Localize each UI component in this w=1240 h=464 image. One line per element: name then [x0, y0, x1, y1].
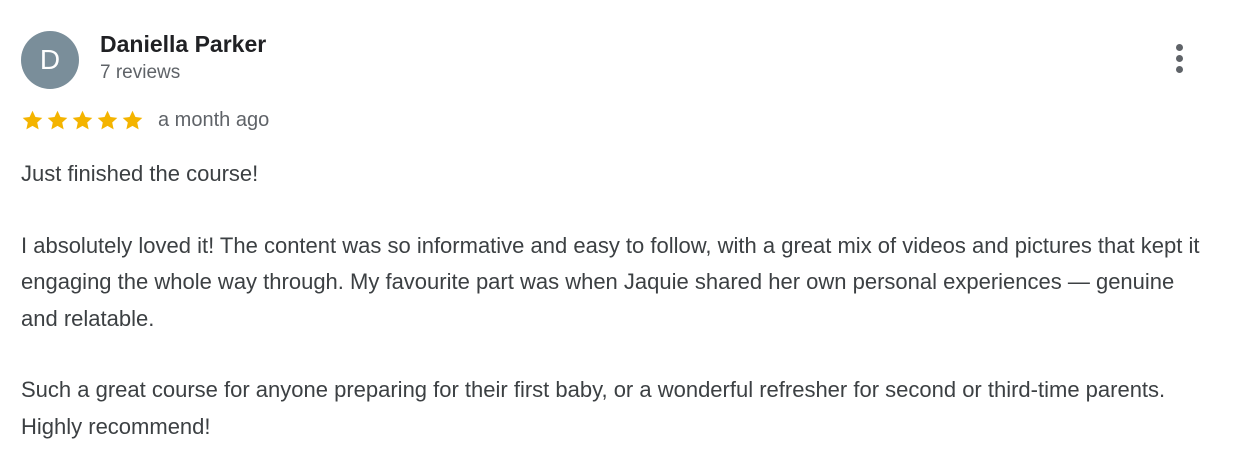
review-paragraph-1: Just finished the course!	[21, 161, 259, 186]
review-text: Just finished the course! I absolutely l…	[21, 156, 1216, 445]
star-icon	[71, 109, 94, 132]
review-header: D Daniella Parker 7 reviews	[21, 31, 266, 89]
rating-row: a month ago	[21, 106, 269, 134]
star-icon	[96, 109, 119, 132]
star-icon	[46, 109, 69, 132]
author-name[interactable]: Daniella Parker	[100, 31, 266, 57]
star-rating	[21, 109, 146, 132]
review-timestamp: a month ago	[158, 108, 270, 131]
more-vertical-icon	[1175, 43, 1183, 51]
avatar[interactable]: D	[21, 31, 79, 89]
star-icon	[21, 109, 44, 132]
review-paragraph-2: I absolutely loved it! The content was s…	[21, 232, 1200, 331]
more-options-button[interactable]	[1164, 38, 1194, 78]
review-paragraph-3: Such a great course for anyone preparing…	[21, 377, 1166, 439]
author-review-count: 7 reviews	[100, 62, 181, 83]
review-card: D Daniella Parker 7 reviews a month ago …	[0, 0, 1240, 464]
star-icon	[121, 109, 144, 132]
author-info: Daniella Parker 7 reviews	[100, 31, 266, 85]
